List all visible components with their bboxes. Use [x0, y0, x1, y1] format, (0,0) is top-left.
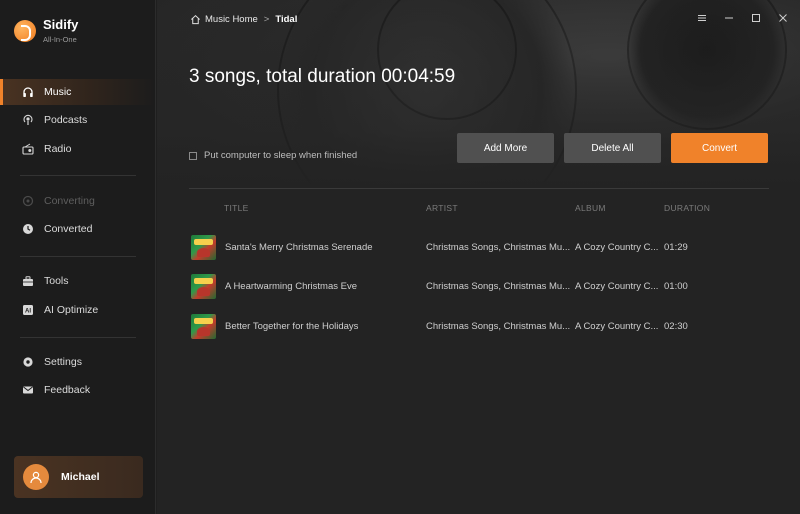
table-row[interactable]: Better Together for the Holidays Christm… — [189, 313, 769, 339]
close-icon[interactable] — [777, 12, 788, 23]
minimize-icon[interactable] — [723, 12, 734, 23]
column-header-title: TITLE — [224, 203, 249, 213]
table-row[interactable]: Santa's Merry Christmas Serenade Christm… — [189, 234, 769, 260]
song-album: A Cozy Country C... — [575, 241, 659, 253]
convert-button[interactable]: Convert — [671, 133, 768, 163]
sidebar-item-ai-optimize[interactable]: AI AI Optimize — [0, 297, 155, 323]
home-icon[interactable] — [190, 14, 201, 25]
menu-icon[interactable] — [696, 12, 707, 23]
song-artist: Christmas Songs, Christmas Mu... — [426, 280, 571, 292]
sleep-option-label: Put computer to sleep when finished — [204, 150, 358, 161]
mail-icon — [22, 384, 34, 396]
sidebar-item-label: Feedback — [44, 384, 91, 396]
user-name: Michael — [61, 471, 100, 483]
ai-icon: AI — [22, 304, 34, 316]
sidebar-item-label: Radio — [44, 143, 72, 155]
page-title: 3 songs, total duration 00:04:59 — [189, 66, 456, 87]
headphones-icon — [22, 86, 34, 98]
sidebar: Sidify All-In-One Music Podcasts Radio C… — [0, 0, 156, 514]
clock-icon — [22, 223, 34, 235]
album-art — [191, 274, 216, 299]
table-row[interactable]: A Heartwarming Christmas Eve Christmas S… — [189, 273, 769, 299]
sidebar-item-label: Music — [44, 86, 72, 98]
sidebar-item-label: Settings — [44, 356, 82, 368]
sidebar-item-feedback[interactable]: Feedback — [0, 377, 155, 403]
album-art — [191, 235, 216, 260]
sidebar-item-label: Tools — [44, 275, 69, 287]
list-divider — [189, 188, 769, 189]
sidebar-divider — [20, 256, 136, 257]
podcast-icon — [22, 114, 34, 126]
column-header-album: ALBUM — [575, 203, 606, 213]
song-album: A Cozy Country C... — [575, 280, 659, 292]
sidebar-divider — [20, 175, 136, 176]
sidebar-item-label: Podcasts — [44, 114, 88, 126]
sidebar-item-music[interactable]: Music — [0, 79, 155, 105]
song-duration: 01:00 — [664, 280, 688, 292]
sidebar-item-settings[interactable]: Settings — [0, 349, 155, 375]
breadcrumb-home[interactable]: Music Home — [205, 14, 258, 25]
sidify-logo-icon — [14, 20, 36, 42]
breadcrumb-current: Tidal — [275, 13, 298, 25]
toolbox-icon — [22, 275, 34, 287]
sidebar-item-label: Converted — [44, 223, 93, 235]
sidebar-divider — [20, 337, 136, 338]
maximize-icon[interactable] — [750, 12, 761, 23]
radio-icon — [22, 143, 34, 155]
song-artist: Christmas Songs, Christmas Mu... — [426, 320, 571, 332]
user-profile-card[interactable]: Michael — [14, 456, 143, 498]
column-header-duration: DURATION — [664, 203, 711, 213]
album-art — [191, 314, 216, 339]
main-panel: Music Home > Tidal 3 songs, total durati… — [157, 0, 800, 514]
song-artist: Christmas Songs, Christmas Mu... — [426, 241, 571, 253]
song-duration: 02:30 — [664, 320, 688, 332]
window-controls — [696, 12, 788, 23]
sleep-checkbox[interactable] — [189, 151, 197, 160]
sleep-option[interactable]: Put computer to sleep when finished — [189, 150, 357, 161]
user-icon — [30, 471, 42, 484]
song-title: Santa's Merry Christmas Serenade — [225, 241, 373, 253]
sidebar-item-radio[interactable]: Radio — [0, 136, 155, 162]
song-title: A Heartwarming Christmas Eve — [225, 280, 357, 292]
svg-text:AI: AI — [25, 309, 31, 315]
avatar — [23, 464, 49, 490]
app-name: Sidify — [43, 17, 79, 32]
app-subtitle: All-In-One — [43, 35, 77, 44]
song-album: A Cozy Country C... — [575, 320, 659, 332]
breadcrumb: Music Home > Tidal — [190, 12, 297, 26]
sidebar-item-label: AI Optimize — [44, 304, 99, 316]
converting-icon — [22, 195, 34, 207]
add-more-button[interactable]: Add More — [457, 133, 554, 163]
song-title: Better Together for the Holidays — [225, 320, 359, 332]
breadcrumb-separator: > — [263, 13, 270, 25]
gear-icon — [22, 356, 34, 368]
sidebar-item-converted[interactable]: Converted — [0, 216, 155, 242]
column-header-artist: ARTIST — [426, 203, 458, 213]
sidebar-item-podcasts[interactable]: Podcasts — [0, 107, 155, 133]
sidebar-item-converting[interactable]: Converting — [0, 188, 155, 214]
sidebar-item-label: Converting — [44, 195, 95, 207]
sidebar-item-tools[interactable]: Tools — [0, 268, 155, 294]
delete-all-button[interactable]: Delete All — [564, 133, 661, 163]
brand: Sidify All-In-One — [14, 16, 78, 46]
song-duration: 01:29 — [664, 241, 688, 253]
